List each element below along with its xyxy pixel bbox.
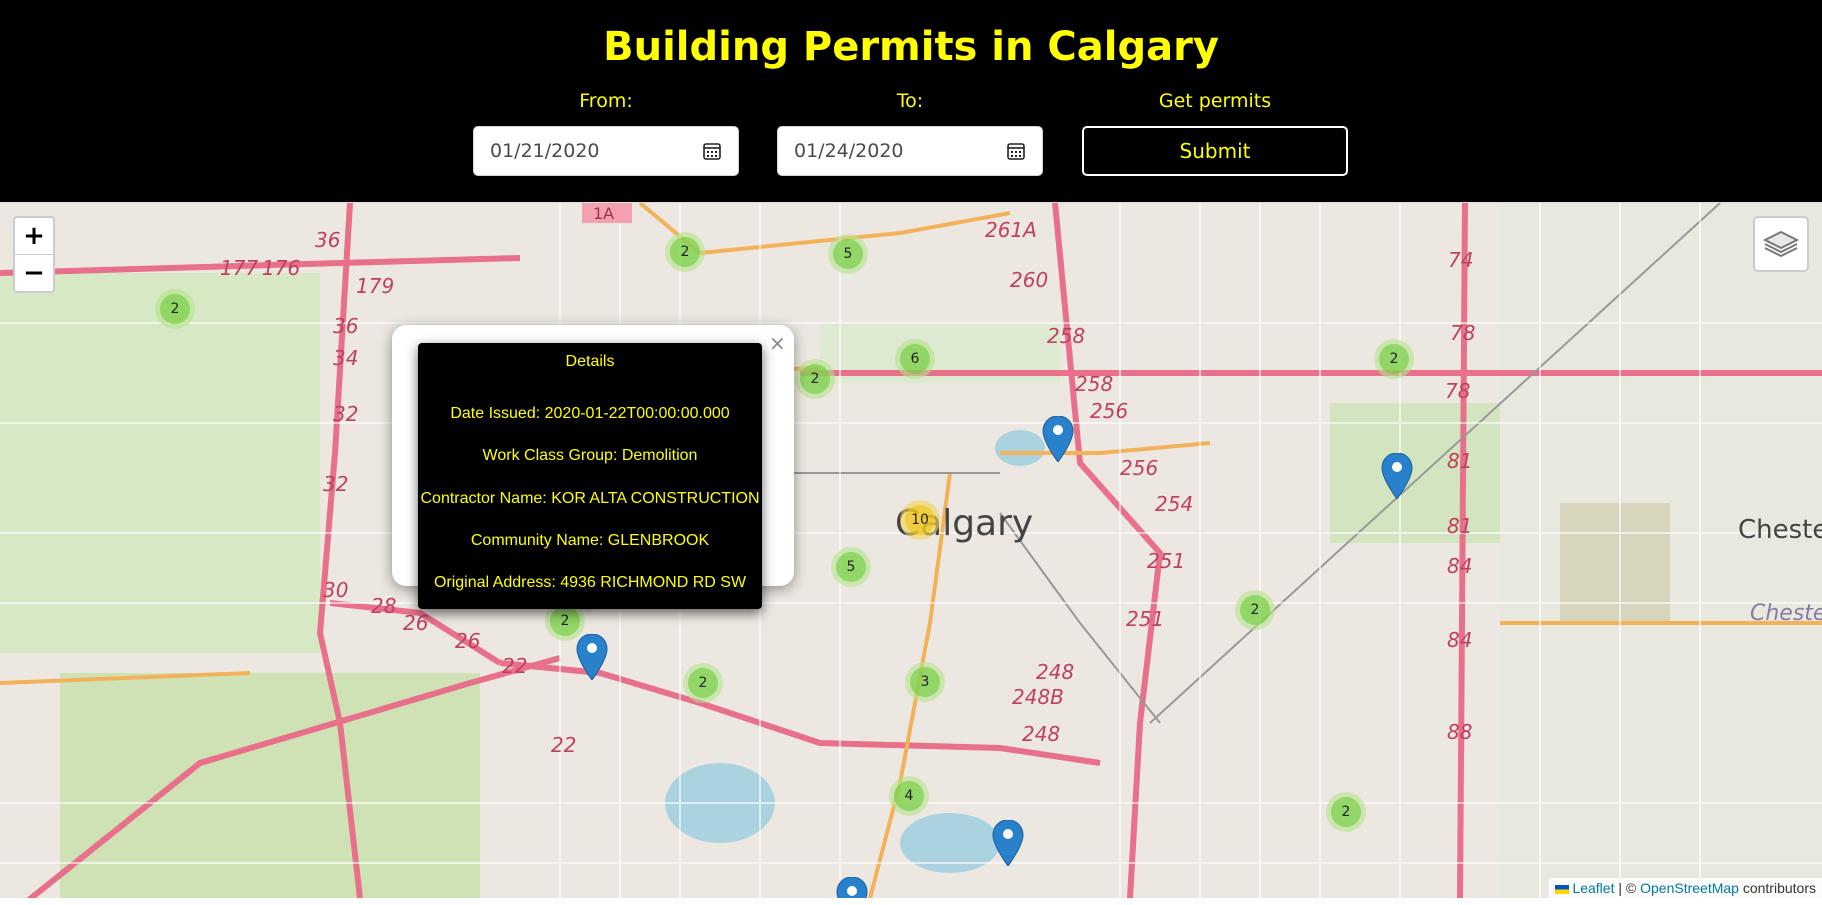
details-title: Details [565, 353, 615, 370]
road-label: 248 [1022, 722, 1060, 746]
get-permits-label: Get permits [1158, 90, 1272, 112]
road-label: 84 [1447, 554, 1472, 578]
layers-icon [1762, 230, 1800, 258]
work-class: Work Class Group: Demolition [482, 447, 698, 464]
calendar-icon[interactable] [1006, 141, 1026, 161]
map-container[interactable]: 36 177 176 179 261A 74 260 258 78 36 34 … [0, 203, 1822, 898]
road-label: 260 [1010, 268, 1048, 292]
road-label: 251 [1126, 607, 1164, 631]
from-date-value: 01/21/2020 [490, 140, 600, 162]
road-label: 34 [333, 346, 358, 370]
place-label: Cheste [1738, 515, 1822, 545]
map-marker-pin-icon[interactable] [992, 820, 1024, 866]
to-label: To: [896, 90, 924, 112]
map-marker-pin-icon[interactable] [576, 634, 608, 680]
attribution-separator: | © [1614, 880, 1641, 896]
road-label: 30 [323, 578, 348, 602]
layers-button[interactable] [1753, 216, 1809, 272]
road-label: 251 [1147, 549, 1185, 573]
from-label: From: [579, 90, 633, 112]
contractor-name: Contractor Name: KOR ALTA CONSTRUCTION [420, 490, 760, 507]
road-label: 177 [220, 256, 258, 280]
road-label: 88 [1447, 720, 1472, 744]
road-label: 248 [1036, 660, 1074, 684]
marker-cluster[interactable]: 5 [831, 547, 871, 587]
marker-cluster[interactable]: 2 [795, 359, 835, 399]
marker-cluster[interactable]: 6 [895, 339, 935, 379]
to-date-input[interactable]: 01/24/2020 [777, 126, 1043, 176]
road-label: 258 [1075, 372, 1113, 396]
marker-cluster[interactable]: 2 [155, 289, 195, 329]
to-date-group: To: 01/24/2020 [777, 88, 1043, 176]
marker-cluster[interactable]: 10 [900, 500, 940, 540]
road-label: 258 [1047, 324, 1085, 348]
road-label: 26 [403, 611, 428, 635]
marker-cluster[interactable]: 2 [1374, 339, 1414, 379]
road-label: 74 [1448, 248, 1473, 272]
road-label: 256 [1090, 399, 1128, 423]
from-date-group: From: 01/21/2020 [473, 88, 739, 176]
place-label: Chester [1750, 601, 1822, 626]
road-label: 22 [502, 654, 527, 678]
calendar-icon[interactable] [702, 141, 722, 161]
date-issued: Date Issued: 2020-01-22T00:00:00.000 [450, 405, 730, 422]
road-label: 32 [333, 402, 358, 426]
road-label: 36 [333, 314, 358, 338]
zoom-control: + − [13, 216, 55, 293]
road-label: 248B [1012, 685, 1064, 709]
map-marker-pin-icon[interactable] [1042, 416, 1074, 462]
marker-cluster[interactable]: 3 [905, 662, 945, 702]
road-label: 176 [262, 256, 300, 280]
road-label: 256 [1120, 456, 1158, 480]
road-label: 81 [1447, 514, 1472, 538]
attribution-contributors: contributors [1738, 880, 1816, 896]
map-marker-pin-icon[interactable] [836, 877, 868, 898]
marker-cluster[interactable]: 2 [1235, 590, 1275, 630]
zoom-out-button[interactable]: − [15, 255, 53, 291]
submit-button[interactable]: Submit [1082, 126, 1348, 176]
original-address: Original Address: 4936 RICHMOND RD SW [433, 574, 747, 591]
road-label: 84 [1447, 628, 1472, 652]
road-label: 179 [356, 274, 394, 298]
marker-cluster[interactable]: 2 [1326, 792, 1366, 832]
popup-close-button[interactable]: × [769, 331, 786, 355]
page-title: Building Permits in Calgary [603, 24, 1219, 70]
road-label: 78 [1450, 321, 1475, 345]
submit-group: Get permits Submit [1082, 88, 1348, 176]
marker-cluster[interactable]: 4 [889, 776, 929, 816]
leaflet-link[interactable]: Leaflet [1572, 880, 1614, 896]
osm-link[interactable]: OpenStreetMap [1640, 880, 1739, 896]
road-label: 1A [593, 204, 614, 223]
map-marker-pin-icon[interactable] [1381, 453, 1413, 499]
marker-cluster[interactable]: 2 [665, 232, 705, 272]
road-label: 26 [455, 629, 480, 653]
from-date-input[interactable]: 01/21/2020 [473, 126, 739, 176]
road-label: 28 [371, 594, 396, 618]
road-label: 254 [1155, 492, 1193, 516]
road-label: 22 [551, 733, 576, 757]
road-label: 81 [1447, 449, 1472, 473]
marker-cluster[interactable]: 2 [683, 663, 723, 703]
marker-cluster[interactable]: 5 [828, 234, 868, 274]
community-name: Community Name: GLENBROOK [470, 532, 710, 549]
to-date-value: 01/24/2020 [794, 140, 904, 162]
road-label: 32 [323, 472, 348, 496]
zoom-in-button[interactable]: + [15, 218, 53, 255]
road-label: 78 [1445, 379, 1470, 403]
details-panel: Details Date Issued: 2020-01-22T00:00:00… [418, 343, 762, 609]
page-header: Building Permits in Calgary From: 01/21/… [0, 0, 1822, 203]
road-label: 36 [315, 228, 340, 252]
ukraine-flag-icon [1555, 884, 1570, 894]
road-label: 261A [985, 218, 1037, 242]
map-attribution: Leaflet | © OpenStreetMap contributors [1549, 878, 1822, 898]
